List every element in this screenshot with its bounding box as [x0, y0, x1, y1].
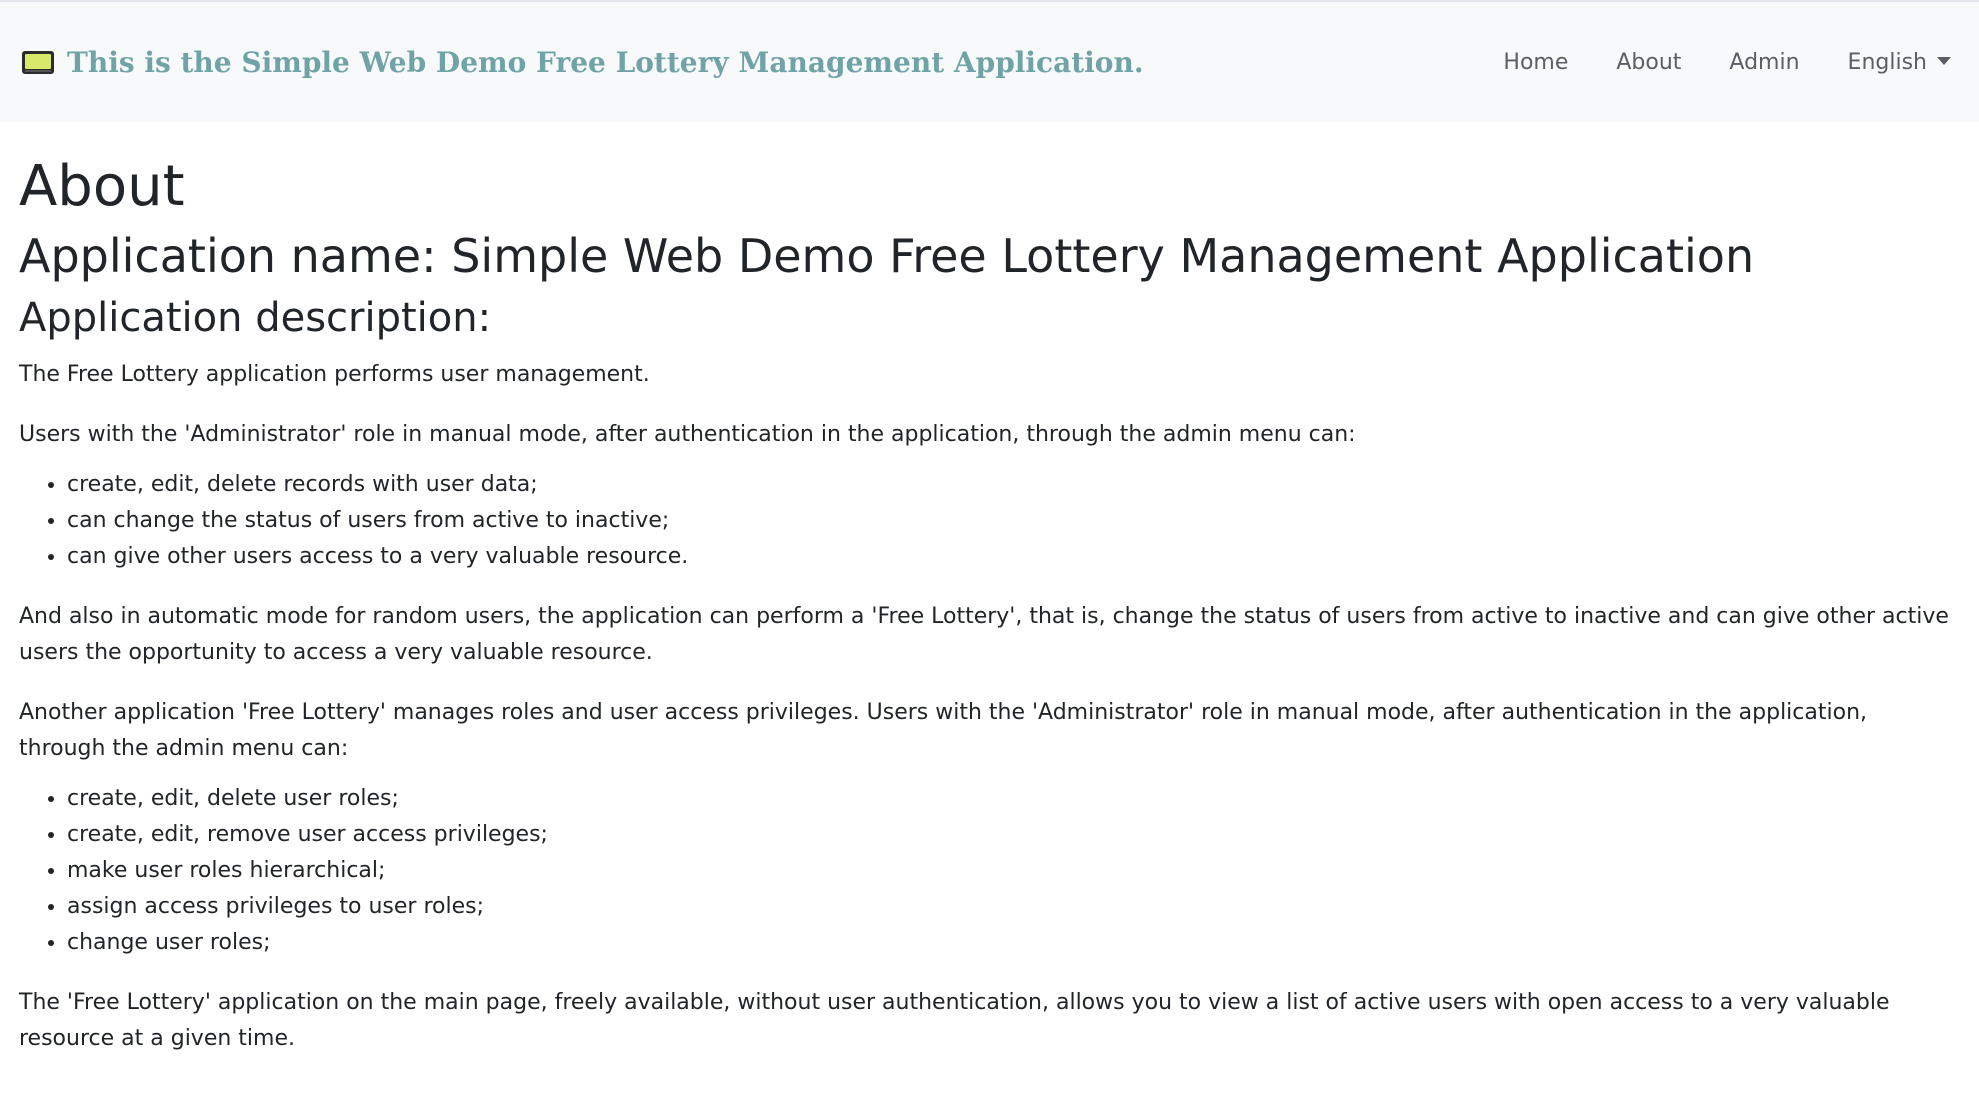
nav-admin-link[interactable]: Admin: [1729, 50, 1799, 75]
nav-about-link[interactable]: About: [1616, 50, 1681, 75]
language-label: English: [1847, 50, 1927, 75]
main-content: About Application name: Simple Web Demo …: [19, 150, 1959, 1081]
automatic-mode-paragraph: And also in automatic mode for random us…: [19, 604, 1949, 665]
description-heading: Application description:: [19, 295, 492, 341]
brand-link[interactable]: This is the Simple Web Demo Free Lottery…: [21, 46, 1144, 79]
admin-capabilities-paragraph: Users with the 'Administrator' role in m…: [19, 422, 1356, 447]
list-item: create, edit, delete records with user d…: [67, 467, 1959, 503]
intro-paragraph: The Free Lottery application performs us…: [19, 362, 650, 387]
list-item: make user roles hierarchical;: [67, 853, 1959, 889]
page-title: About: [19, 154, 185, 219]
nav-links: Home About Admin English: [1455, 50, 1951, 75]
list-item: change user roles;: [67, 925, 1959, 961]
top-navbar: This is the Simple Web Demo Free Lottery…: [0, 0, 1979, 122]
list-item: create, edit, delete user roles;: [67, 781, 1959, 817]
list-item: can give other users access to a very va…: [67, 539, 1959, 575]
admin-capabilities-list: create, edit, delete records with user d…: [19, 467, 1959, 575]
list-item: can change the status of users from acti…: [67, 503, 1959, 539]
roles-paragraph: Another application 'Free Lottery' manag…: [19, 700, 1867, 761]
language-dropdown[interactable]: English: [1848, 50, 1951, 75]
roles-capabilities-list: create, edit, delete user roles; create,…: [19, 781, 1959, 961]
main-page-paragraph: The 'Free Lottery' application on the ma…: [19, 990, 1890, 1051]
list-item: assign access privileges to user roles;: [67, 889, 1959, 925]
nav-home-link[interactable]: Home: [1503, 50, 1568, 75]
monitor-icon: [21, 50, 55, 75]
app-name-heading: Application name: Simple Web Demo Free L…: [19, 229, 1755, 283]
list-item: create, edit, remove user access privile…: [67, 817, 1959, 853]
caret-down-icon: [1937, 57, 1951, 65]
brand-text: This is the Simple Web Demo Free Lottery…: [67, 46, 1144, 79]
